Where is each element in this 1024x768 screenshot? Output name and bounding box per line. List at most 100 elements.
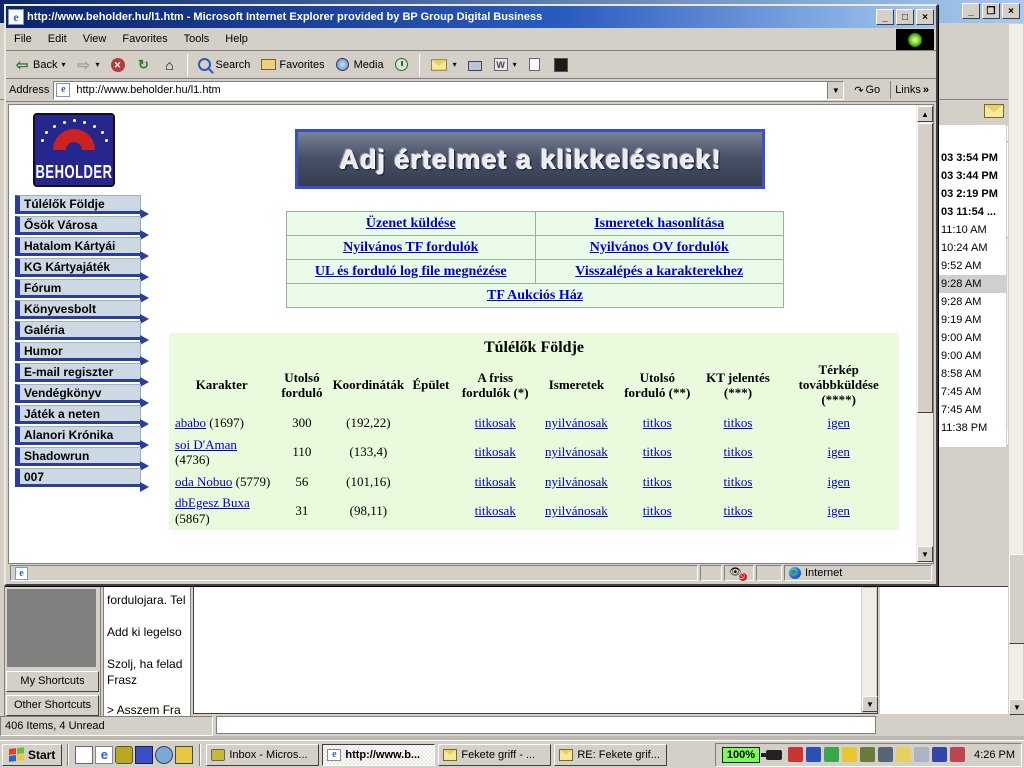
scroll-down-icon[interactable]: ▼	[862, 696, 878, 712]
mail-button[interactable]: ▾	[425, 56, 461, 74]
character-link[interactable]: ababo	[175, 415, 206, 430]
message-row[interactable]: 03 11:54 ...	[939, 203, 1006, 221]
message-row[interactable]: 9:28 AM	[939, 293, 1006, 311]
antivirus-shield-icon[interactable]	[932, 747, 947, 762]
menu-view[interactable]: View	[75, 30, 115, 48]
sidebar-item-vend-gk-nyv[interactable]: Vendégkönyv	[15, 384, 141, 403]
favorites-button[interactable]: Favorites	[256, 55, 328, 75]
message-row[interactable]: 03 3:44 PM	[939, 167, 1006, 185]
task-scheduler-icon[interactable]	[860, 747, 875, 762]
printer-icon[interactable]	[914, 747, 929, 762]
links-toolbar[interactable]: Links»	[890, 81, 933, 99]
refresh-button[interactable]: ↻	[132, 55, 156, 75]
side-reading-pane[interactable]	[880, 586, 1008, 714]
ac-power-icon[interactable]	[766, 750, 782, 760]
forward-dropdown-icon[interactable]: ▾	[95, 60, 99, 69]
task-button[interactable]: Inbox - Micros...	[206, 744, 319, 766]
setting-link[interactable]: nyilvánosak	[545, 444, 608, 459]
message-row[interactable]: 9:00 AM	[939, 329, 1006, 347]
setting-link[interactable]: titkos	[724, 444, 753, 459]
message-row[interactable]: 7:45 AM	[939, 401, 1006, 419]
network-connection-icon[interactable]	[896, 747, 911, 762]
sidebar-item-j-t-k-a-neten[interactable]: Játék a neten	[15, 405, 141, 424]
setting-link[interactable]: titkos	[724, 415, 753, 430]
character-link[interactable]: soi D'Aman	[175, 437, 237, 452]
setting-link[interactable]: titkos	[724, 474, 753, 489]
messenger-button[interactable]	[549, 55, 573, 75]
quick-link[interactable]: UL és forduló log file megnézése	[315, 264, 507, 279]
discuss-button[interactable]	[523, 55, 547, 75]
media-button[interactable]: Media	[331, 55, 388, 75]
scroll-thumb[interactable]	[917, 123, 933, 413]
sidebar-item-t-l-l-k-f-ldje[interactable]: Túlélők Földje	[15, 195, 141, 214]
setting-link[interactable]: titkosak	[475, 503, 516, 518]
edit-dropdown-icon[interactable]: ▾	[513, 60, 517, 69]
beholder-logo[interactable]: BEHOLDER	[33, 113, 115, 187]
message-row[interactable]: 9:00 AM	[939, 347, 1006, 365]
quick-link[interactable]: Üzenet küldése	[366, 216, 456, 231]
sidebar-item-f-rum[interactable]: Fórum	[15, 279, 141, 298]
message-row[interactable]: 7:45 AM	[939, 383, 1006, 401]
message-row[interactable]: 03 3:54 PM	[939, 149, 1006, 167]
ie-titlebar[interactable]: e http://www.beholder.hu/l1.htm - Micros…	[6, 6, 936, 28]
reading-pane[interactable]: ▼	[193, 586, 878, 714]
sidebar-item-kg-k-rtyaj-t-k[interactable]: KG Kártyajáték	[15, 258, 141, 277]
quick-link[interactable]: Ismeretek hasonlítása	[594, 216, 724, 231]
floppy-save-icon[interactable]	[135, 746, 153, 764]
setting-link[interactable]: titkos	[643, 415, 672, 430]
sidebar-item-e-mail-regiszter[interactable]: E-mail regiszter	[15, 363, 141, 382]
setting-link[interactable]: nyilvánosak	[545, 415, 608, 430]
update-agent-icon[interactable]	[824, 747, 839, 762]
setting-link[interactable]: titkosak	[475, 444, 516, 459]
menu-file[interactable]: File	[6, 30, 40, 48]
quick-link[interactable]: Nyilvános TF fordulók	[343, 240, 478, 255]
home-button[interactable]: ⌂	[158, 55, 182, 75]
start-button[interactable]: Start	[2, 744, 62, 766]
menu-favorites[interactable]: Favorites	[114, 30, 175, 48]
media-player-icon[interactable]	[175, 746, 193, 764]
menu-edit[interactable]: Edit	[40, 30, 75, 48]
go-button[interactable]: ↷Go	[848, 83, 886, 98]
sync-icon[interactable]	[155, 746, 173, 764]
quick-link[interactable]: Nyilvános OV fordulók	[590, 240, 729, 255]
print-button[interactable]	[463, 55, 487, 75]
message-row[interactable]: 03 2:19 PM	[939, 185, 1006, 203]
setting-link[interactable]: titkos	[643, 503, 672, 518]
messenger-user-icon[interactable]	[842, 747, 857, 762]
setting-link[interactable]: igen	[827, 444, 849, 459]
menu-help[interactable]: Help	[217, 30, 256, 48]
sidebar-item-hatalom-k-rty-i[interactable]: Hatalom Kártyái	[15, 237, 141, 256]
setting-link[interactable]: igen	[827, 474, 849, 489]
task-button[interactable]: ehttp://www.b...	[322, 744, 435, 766]
scroll-up-icon[interactable]: ▲	[917, 106, 933, 122]
sidebar-item-humor[interactable]: Humor	[15, 342, 141, 361]
my-shortcuts-button[interactable]: My Shortcuts	[6, 671, 99, 692]
network-monitor-icon[interactable]	[788, 747, 803, 762]
forward-button[interactable]: ⇨▾	[71, 55, 103, 75]
sidebar-item-007[interactable]: 007	[15, 468, 141, 487]
menu-tools[interactable]: Tools	[176, 30, 218, 48]
caption-button[interactable]: □	[896, 9, 914, 25]
setting-link[interactable]: titkos	[643, 444, 672, 459]
scroll-down-icon[interactable]: ▼	[1009, 699, 1024, 715]
message-row[interactable]: 11:38 PM	[939, 419, 1006, 437]
forward-mail-icon[interactable]	[984, 104, 1006, 120]
back-dropdown-icon[interactable]: ▾	[61, 60, 65, 69]
quick-link[interactable]: Visszalépés a karakterekhez	[575, 264, 743, 279]
setting-link[interactable]: titkos	[643, 474, 672, 489]
setting-link[interactable]: titkos	[724, 503, 753, 518]
setting-link[interactable]: igen	[827, 415, 849, 430]
sidebar-item--s-k-v-rosa[interactable]: Ősök Városa	[15, 216, 141, 235]
back-button[interactable]: ⇦Back▾	[10, 55, 69, 75]
taskbar-clock[interactable]: 4:26 PM	[968, 749, 1015, 761]
search-agent-icon[interactable]	[950, 747, 965, 762]
outlook-icon[interactable]	[115, 746, 133, 764]
search-button[interactable]: Search	[193, 55, 255, 75]
message-row[interactable]: 9:28 AM	[939, 275, 1006, 293]
setting-link[interactable]: igen	[827, 503, 849, 518]
mail-dropdown-icon[interactable]: ▾	[453, 60, 457, 69]
setting-link[interactable]: titkosak	[475, 474, 516, 489]
setting-link[interactable]: titkosak	[475, 415, 516, 430]
other-shortcuts-button[interactable]: Other Shortcuts	[6, 695, 99, 716]
message-row[interactable]: 8:58 AM	[939, 365, 1006, 383]
